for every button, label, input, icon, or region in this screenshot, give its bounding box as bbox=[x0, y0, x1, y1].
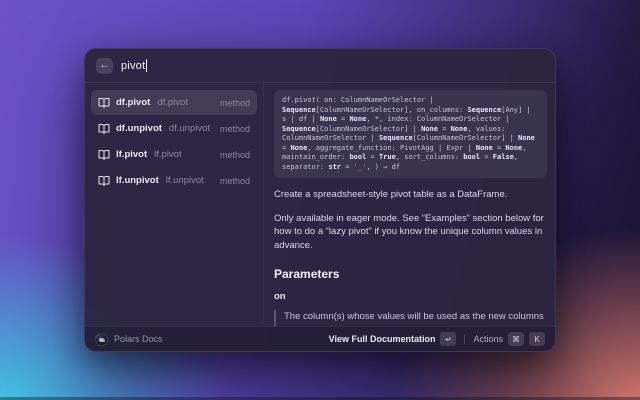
list-item-title: df.unpivot bbox=[116, 123, 162, 134]
desktop-wallpaper: ← pivot df.pivot df.pivot method bbox=[0, 0, 640, 400]
list-item-title: df.pivot bbox=[116, 97, 150, 108]
list-item-badge: method bbox=[220, 124, 250, 134]
back-arrow-icon: ← bbox=[100, 61, 110, 71]
list-item-title: lf.pivot bbox=[116, 149, 147, 160]
search-bar: ← pivot bbox=[85, 49, 555, 83]
parameters-heading: Parameters bbox=[274, 267, 547, 281]
k-key-icon: K bbox=[529, 332, 545, 346]
parameter-name: on bbox=[274, 291, 547, 302]
detail-pane[interactable]: df.pivot( on: ColumnNameOrSelector | Seq… bbox=[263, 83, 555, 326]
list-item-df-unpivot[interactable]: df.unpivot df.unpivot method bbox=[91, 116, 257, 141]
footer-app-info: Polars Docs bbox=[95, 333, 163, 346]
view-full-documentation-button[interactable]: View Full Documentation bbox=[329, 334, 436, 344]
list-item-badge: method bbox=[220, 150, 250, 160]
book-icon bbox=[98, 97, 110, 109]
book-icon bbox=[98, 149, 110, 161]
actions-button[interactable]: Actions bbox=[473, 334, 503, 344]
list-item-subtitle: lf.pivot bbox=[154, 149, 181, 160]
footer-separator bbox=[464, 334, 465, 344]
list-item-badge: method bbox=[220, 176, 250, 186]
description-paragraph: Create a spreadsheet-style pivot table a… bbox=[274, 188, 547, 202]
list-item-subtitle: lf.unpivot bbox=[166, 175, 204, 186]
back-button[interactable]: ← bbox=[96, 58, 113, 74]
parameter-description: The column(s) whose values will be used … bbox=[274, 310, 547, 326]
footer-actions: View Full Documentation ↵ Actions ⌘ K bbox=[329, 332, 545, 346]
command-key-icon: ⌘ bbox=[508, 332, 524, 346]
list-item-lf-unpivot[interactable]: lf.unpivot lf.unpivot method bbox=[91, 168, 257, 193]
list-item-lf-pivot[interactable]: lf.pivot lf.pivot method bbox=[91, 142, 257, 167]
polars-docs-search-window: ← pivot df.pivot df.pivot method bbox=[84, 48, 556, 352]
list-item-df-pivot[interactable]: df.pivot df.pivot method bbox=[91, 90, 257, 115]
results-list: df.pivot df.pivot method df.unpivot df.u… bbox=[85, 83, 263, 326]
app-name: Polars Docs bbox=[114, 334, 163, 344]
enter-key-icon: ↵ bbox=[440, 332, 456, 346]
text-cursor bbox=[146, 59, 147, 72]
book-icon bbox=[98, 123, 110, 135]
window-body: df.pivot df.pivot method df.unpivot df.u… bbox=[85, 83, 555, 326]
list-item-subtitle: df.unpivot bbox=[169, 123, 210, 134]
polars-logo-icon bbox=[95, 333, 108, 346]
search-input[interactable]: pivot bbox=[121, 59, 147, 72]
description-paragraph: Only available in eager mode. See “Examp… bbox=[274, 212, 547, 253]
list-item-subtitle: df.pivot bbox=[157, 97, 188, 108]
book-icon bbox=[98, 175, 110, 187]
search-query-text: pivot bbox=[121, 60, 145, 72]
list-item-title: lf.unpivot bbox=[116, 175, 159, 186]
list-item-badge: method bbox=[220, 98, 250, 108]
signature-code-block: df.pivot( on: ColumnNameOrSelector | Seq… bbox=[274, 90, 547, 178]
footer-action-bar: Polars Docs View Full Documentation ↵ Ac… bbox=[85, 326, 555, 351]
